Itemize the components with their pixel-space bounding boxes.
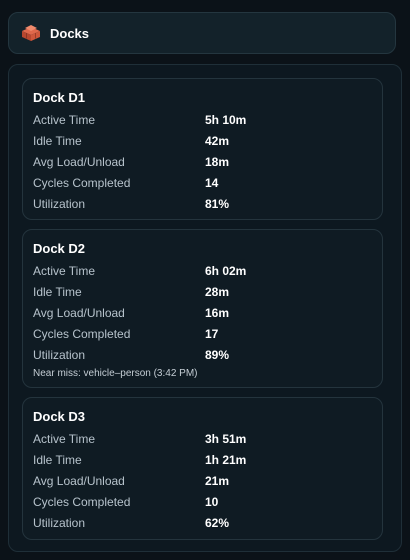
stat-label: Utilization (33, 197, 86, 211)
stat-label: Idle Time (33, 134, 82, 148)
stat-value: 62% (205, 516, 230, 530)
stat-row-idle-time: Idle Time 1h 21m (33, 453, 373, 469)
stat-row-utilization: Utilization 62% (33, 516, 373, 532)
stat-label: Avg Load/Unload (33, 474, 125, 488)
docks-header: Docks (8, 12, 396, 54)
dock-title: Dock D2 (33, 241, 86, 256)
stat-row-idle-time: Idle Time 28m (33, 285, 373, 301)
stat-row-active-time: Active Time 3h 51m (33, 432, 373, 448)
stat-row-avg-load: Avg Load/Unload 18m (33, 155, 373, 171)
stat-label: Active Time (33, 113, 96, 127)
stat-value: 18m (205, 155, 230, 169)
stat-row-idle-time: Idle Time 42m (33, 134, 373, 150)
dock-crate-icon (20, 24, 42, 42)
stat-label: Avg Load/Unload (33, 306, 125, 320)
page-title: Docks (50, 25, 90, 41)
stat-label: Idle Time (33, 453, 82, 467)
stat-label: Utilization (33, 348, 86, 362)
stat-row-cycles: Cycles Completed 17 (33, 327, 373, 343)
docks-panel: Dock D1 Active Time 5h 10m Idle Time 42m… (8, 64, 402, 552)
stat-value: 42m (205, 134, 230, 148)
stat-value: 21m (205, 474, 230, 488)
stat-label: Active Time (33, 432, 96, 446)
stat-value: 5h 10m (205, 113, 247, 127)
stat-value: 17 (205, 327, 219, 341)
stat-value: 81% (205, 197, 230, 211)
stat-label: Avg Load/Unload (33, 155, 125, 169)
stat-label: Idle Time (33, 285, 82, 299)
stat-value: 16m (205, 306, 230, 320)
dock-card-d3[interactable]: Dock D3 Active Time 3h 51m Idle Time 1h … (22, 397, 383, 540)
stat-label: Utilization (33, 516, 86, 530)
stat-label: Cycles Completed (33, 176, 131, 190)
stat-value: 3h 51m (205, 432, 247, 446)
stat-row-utilization: Utilization 81% (33, 197, 373, 213)
stat-value: 28m (205, 285, 230, 299)
stat-row-utilization: Utilization 89% (33, 348, 373, 364)
stat-value: 89% (205, 348, 230, 362)
stat-label: Cycles Completed (33, 327, 131, 341)
incident-note: Near miss: vehicle–person (3:42 PM) (33, 368, 198, 379)
dock-card-d1[interactable]: Dock D1 Active Time 5h 10m Idle Time 42m… (22, 78, 383, 220)
stat-value: 10 (205, 495, 219, 509)
stat-value: 6h 02m (205, 264, 247, 278)
stat-row-cycles: Cycles Completed 10 (33, 495, 373, 511)
stat-row-avg-load: Avg Load/Unload 16m (33, 306, 373, 322)
stat-row-cycles: Cycles Completed 14 (33, 176, 373, 192)
stat-label: Cycles Completed (33, 495, 131, 509)
stat-value: 1h 21m (205, 453, 247, 467)
stat-row-active-time: Active Time 5h 10m (33, 113, 373, 129)
dock-title: Dock D3 (33, 409, 86, 424)
stat-label: Active Time (33, 264, 96, 278)
stat-row-active-time: Active Time 6h 02m (33, 264, 373, 280)
stat-value: 14 (205, 176, 219, 190)
dock-card-d2[interactable]: Dock D2 Active Time 6h 02m Idle Time 28m… (22, 229, 383, 388)
stat-row-avg-load: Avg Load/Unload 21m (33, 474, 373, 490)
dock-title: Dock D1 (33, 90, 86, 105)
